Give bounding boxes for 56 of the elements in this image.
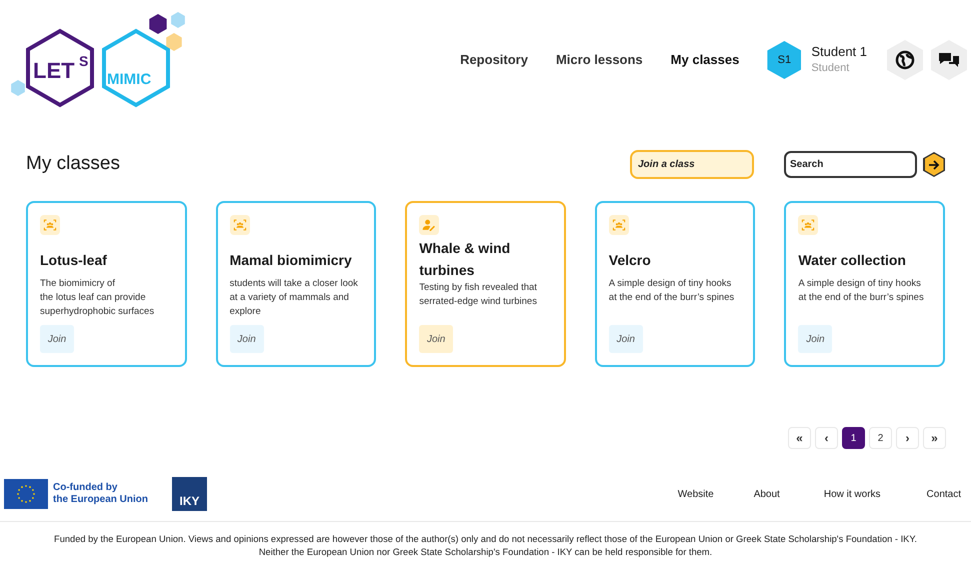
logo-text: S <box>79 53 88 69</box>
user-name: Student 1 <box>811 43 867 60</box>
class-title: Velcro <box>608 251 652 270</box>
footer-link[interactable]: Contact <box>926 486 961 502</box>
class-description: A simple design of tiny hooks at the end of the burr’s spines <box>798 277 925 305</box>
page-title: My classes <box>26 152 120 176</box>
class-title: Lotus-leaf <box>40 251 108 270</box>
join-class-field[interactable]: Join a class <box>630 150 754 179</box>
eu-cofunded-text: Co-funded by the European Union <box>53 482 148 506</box>
group-icon <box>798 215 818 235</box>
iky-logo-text: IKY <box>179 493 200 510</box>
class-description: Testing by fish revealed that serrated-edge wind turbines <box>419 281 538 309</box>
page-nav-button[interactable]: › <box>896 427 919 449</box>
nav-link[interactable]: Repository <box>460 50 528 70</box>
class-description: A simple design of tiny hooks at the end of the burr’s spines <box>608 277 736 305</box>
class-description: The biomimicry of the lotus leaf can provide superhydrophobic surfaces <box>40 277 156 319</box>
logo-text: MIMIC <box>107 71 152 88</box>
group-icon <box>40 215 60 235</box>
search-field[interactable]: Search <box>784 151 917 178</box>
group-icon <box>608 215 629 235</box>
group-icon <box>230 215 250 235</box>
class-description: students will take a closer look at a variety of mammals and explore <box>230 277 359 319</box>
join-button[interactable]: Join <box>40 325 74 353</box>
footer-link[interactable]: How it works <box>824 486 881 502</box>
footer-link[interactable]: About <box>754 486 780 502</box>
class-card[interactable]: Velcro A simple design of tiny hooks at the end of the burr’s spines Join <box>594 201 756 367</box>
class-card[interactable]: Whale & wind turbines Testing by fish revealed that serrated-edge wind turbines Join <box>405 201 566 367</box>
user-role: Student <box>811 61 850 76</box>
class-title: Mamal biomimicry <box>230 251 353 270</box>
class-card[interactable]: Mamal biomimicry students will take a closer look at a variety of mammals and explore Join <box>216 201 376 367</box>
arrow-right-icon <box>928 158 940 170</box>
disclaimer-text: Funded by the European Union. Views and opinions expressed are however those of the author(s) only and do not necessarily reflect those of the European Union or Greek State Scholarship's Foundation - IKY. <box>54 533 917 546</box>
class-card[interactable]: Water collection A simple design of tiny hooks at the end of the burr’s spines Join <box>784 201 945 367</box>
page-nav-button[interactable]: « <box>788 427 811 449</box>
user-avatar[interactable]: S1 <box>767 41 802 79</box>
nav-link[interactable]: Micro lessons <box>556 50 643 70</box>
page-button[interactable]: 2 <box>869 427 892 449</box>
join-button[interactable]: Join <box>608 325 643 353</box>
stars-icon <box>16 484 36 504</box>
nav-link[interactable]: My classes <box>670 50 740 70</box>
join-button[interactable]: Join <box>230 325 264 353</box>
class-title: Water collection <box>798 251 907 270</box>
person-pencil-icon <box>419 215 440 235</box>
page-nav-button[interactable]: » <box>923 427 946 449</box>
logo[interactable]: LET S MIMIC <box>8 10 188 110</box>
footer-link[interactable]: Website <box>678 486 714 502</box>
globe-icon <box>895 50 915 70</box>
class-card[interactable]: Lotus-leaf The biomimicry of the lotus leaf can provide superhydrophobic surfaces Join <box>26 201 187 367</box>
logo-text: LET <box>33 58 75 83</box>
join-button[interactable]: Join <box>798 325 832 353</box>
page-nav-button[interactable]: ‹ <box>815 427 838 449</box>
disclaimer-text: Neither the European Union nor Greek State Scholarship's Foundation - IKY can be held responsible for them. <box>258 546 712 559</box>
search-submit-button[interactable] <box>923 152 945 177</box>
page-button[interactable]: 1 <box>842 427 865 449</box>
join-button[interactable]: Join <box>419 325 454 353</box>
class-title: Whale & wind turbines <box>419 239 512 280</box>
